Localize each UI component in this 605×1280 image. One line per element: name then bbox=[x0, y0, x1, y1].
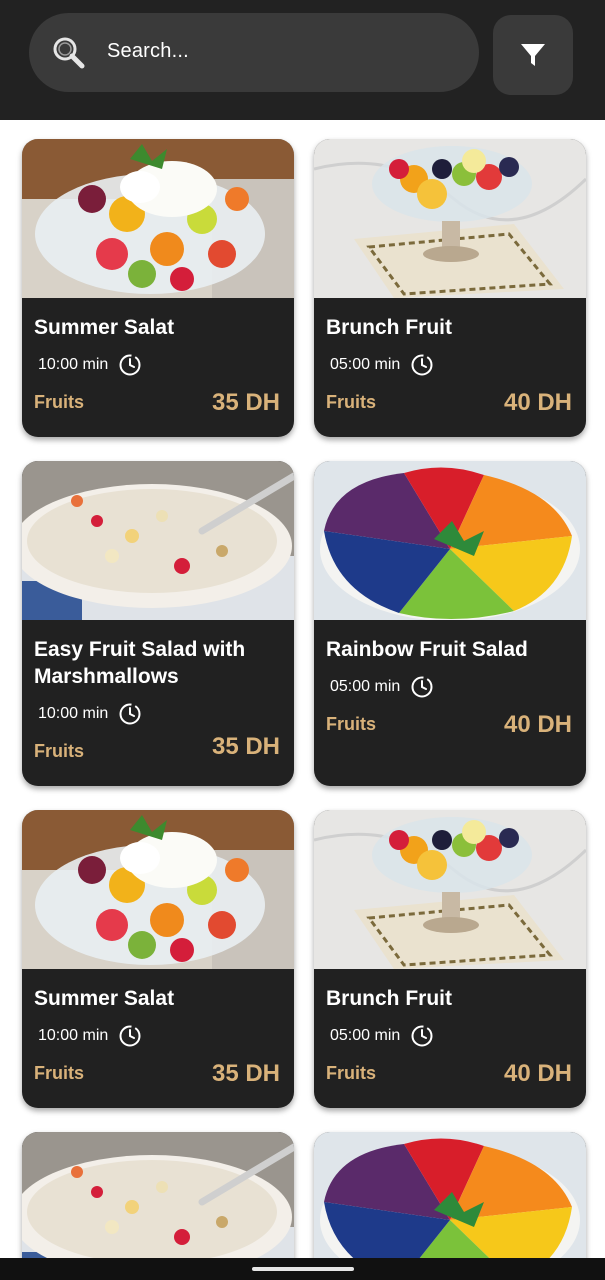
prep-time: 05:00 min bbox=[330, 1023, 434, 1049]
prep-time: 10:00 min bbox=[38, 352, 142, 378]
recipe-card[interactable] bbox=[314, 1132, 586, 1258]
recipe-title: Summer Salat bbox=[34, 987, 175, 1010]
recipe-price: 35 DH bbox=[211, 733, 280, 760]
magnifier-icon bbox=[53, 37, 85, 69]
clock-icon bbox=[119, 354, 141, 376]
recipe-category: Fruits bbox=[34, 1063, 85, 1083]
recipe-category: Fruits bbox=[34, 741, 85, 761]
search-bar[interactable]: Search... bbox=[29, 13, 479, 92]
clock-icon bbox=[119, 1025, 141, 1047]
filter-button[interactable] bbox=[493, 15, 573, 95]
search-input[interactable]: Search... bbox=[107, 40, 189, 63]
prep-time: 05:00 min bbox=[330, 352, 434, 378]
prep-time-value: 05:00 min bbox=[330, 678, 401, 695]
recipe-category: Fruits bbox=[326, 1063, 377, 1083]
recipe-price: 35 DH bbox=[211, 1060, 280, 1087]
prep-time-value: 10:00 min bbox=[38, 356, 109, 373]
clock-icon bbox=[119, 703, 141, 725]
recipe-card[interactable] bbox=[22, 1132, 294, 1258]
prep-time: 05:00 min bbox=[330, 674, 434, 700]
recipe-image bbox=[314, 1132, 586, 1258]
recipe-category: Fruits bbox=[34, 392, 85, 412]
recipe-price: 40 DH bbox=[503, 1060, 572, 1087]
recipe-image bbox=[314, 810, 586, 969]
recipe-image bbox=[22, 1132, 294, 1258]
recipe-card[interactable]: Summer Salat 10:00 min Fruits 35 DH bbox=[22, 139, 294, 437]
prep-time-value: 05:00 min bbox=[330, 356, 401, 373]
recipe-card[interactable]: Rainbow Fruit Salad 05:00 min Fruits 40 … bbox=[314, 461, 586, 786]
recipe-category: Fruits bbox=[326, 714, 377, 734]
recipe-category: Fruits bbox=[326, 392, 377, 412]
recipe-card[interactable]: Summer Salat 10:00 min Fruits 35 DH bbox=[22, 810, 294, 1108]
recipe-title: Brunch Fruit bbox=[326, 987, 452, 1010]
prep-time-value: 10:00 min bbox=[38, 1027, 109, 1044]
recipe-image bbox=[22, 139, 294, 298]
recipe-card[interactable]: Easy Fruit Salad with Marshmallows 10:00… bbox=[22, 461, 294, 786]
system-nav-bar bbox=[0, 1258, 605, 1280]
recipe-title: Brunch Fruit bbox=[326, 316, 452, 339]
home-gesture-handle[interactable] bbox=[252, 1267, 354, 1271]
app-bar: Search... bbox=[0, 0, 605, 120]
recipe-card[interactable]: Brunch Fruit 05:00 min Fruits 40 DH bbox=[314, 139, 586, 437]
prep-time: 10:00 min bbox=[38, 701, 142, 727]
recipe-price: 40 DH bbox=[503, 711, 572, 738]
recipe-title: Rainbow Fruit Salad bbox=[326, 638, 528, 661]
recipe-grid: Summer Salat 10:00 min Fruits 35 DH Brun… bbox=[0, 120, 605, 1258]
recipe-image bbox=[22, 810, 294, 969]
clock-icon bbox=[411, 676, 433, 698]
recipe-price: 40 DH bbox=[503, 389, 572, 416]
recipe-image bbox=[22, 461, 294, 620]
recipe-title: Easy Fruit Salad with Marshmallows bbox=[34, 638, 246, 688]
prep-time-value: 10:00 min bbox=[38, 705, 109, 722]
recipe-price: 35 DH bbox=[211, 389, 280, 416]
funnel-icon bbox=[521, 44, 545, 66]
clock-icon bbox=[411, 354, 433, 376]
recipe-title: Summer Salat bbox=[34, 316, 175, 339]
clock-icon bbox=[411, 1025, 433, 1047]
recipe-image bbox=[314, 139, 586, 298]
prep-time: 10:00 min bbox=[38, 1023, 142, 1049]
recipe-card[interactable]: Brunch Fruit 05:00 min Fruits 40 DH bbox=[314, 810, 586, 1108]
prep-time-value: 05:00 min bbox=[330, 1027, 401, 1044]
recipe-image bbox=[314, 461, 586, 620]
